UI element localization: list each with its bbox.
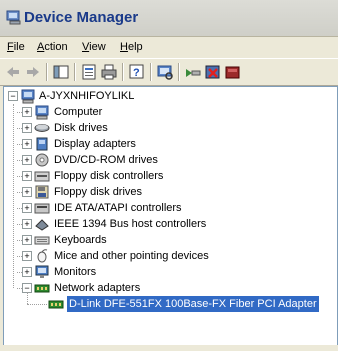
network-adapter-icon [34, 284, 50, 293]
expand-toggle[interactable]: + [22, 123, 32, 133]
back-arrow-icon[interactable] [4, 63, 22, 81]
expand-toggle[interactable]: + [22, 187, 32, 197]
category-label: Network adapters [54, 282, 141, 294]
menu-bar: File Action View Help [0, 37, 338, 57]
category-label: Floppy disk controllers [54, 170, 164, 182]
title-bar[interactable]: Device Manager [0, 0, 338, 37]
tree-item-category[interactable]: + DVD/CD-ROM drives [4, 152, 334, 168]
device-tree[interactable]: − A-JYXNHIFOYLIKL + Computer + Disk drives + Di… [3, 86, 338, 346]
category-label: Monitors [54, 266, 97, 278]
expand-toggle[interactable]: + [22, 235, 32, 245]
device-label: D-Link DFE-551FX 100Base-FX Fiber PCI Ad… [67, 296, 319, 312]
svg-text:?: ? [133, 67, 140, 79]
toolbar-separator [178, 63, 179, 81]
ide-controller-icon [34, 203, 50, 214]
category-label: IDE ATA/ATAPI controllers [54, 202, 182, 214]
expand-toggle[interactable]: + [22, 171, 32, 181]
menu-help[interactable]: Help [120, 41, 143, 53]
tree-item-category[interactable]: + Computer [4, 104, 334, 120]
tree-item-network-device[interactable]: D-Link DFE-551FX 100Base-FX Fiber PCI Ad… [4, 296, 336, 312]
print-icon[interactable] [100, 63, 118, 81]
device-manager-window: Device Manager File Action View Help ? −… [0, 0, 338, 351]
tree-root[interactable]: − A-JYXNHIFOYLIKL [4, 88, 334, 104]
root-computer-name: A-JYXNHIFOYLIKL [39, 90, 135, 102]
toolbar-separator [46, 63, 47, 81]
update-driver-icon[interactable] [184, 63, 202, 81]
display-adapter-icon [36, 137, 48, 151]
category-label: Disk drives [54, 122, 108, 134]
show-hide-tree-icon[interactable] [52, 63, 70, 81]
device-manager-icon [6, 10, 21, 25]
category-label: Floppy disk drives [54, 186, 143, 198]
collapse-toggle[interactable]: − [8, 91, 18, 101]
floppy-drive-icon [35, 185, 49, 199]
tree-item-category[interactable]: + Mice and other pointing devices [4, 248, 334, 264]
disk-drive-icon [34, 124, 50, 132]
category-label: IEEE 1394 Bus host controllers [54, 218, 207, 230]
expand-toggle[interactable]: + [22, 107, 32, 117]
expand-toggle[interactable]: + [22, 267, 32, 277]
computer-icon [21, 89, 35, 104]
toolbar-separator [150, 63, 151, 81]
category-label: Computer [54, 106, 103, 118]
category-label: Display adapters [54, 138, 136, 150]
menu-action[interactable]: Action [37, 41, 68, 53]
tree-item-category[interactable]: + Floppy disk controllers [4, 168, 334, 184]
help-icon[interactable]: ? [128, 63, 146, 81]
tree-item-category[interactable]: + Floppy disk drives [4, 184, 334, 200]
floppy-controller-icon [34, 171, 50, 182]
toolbar-separator [74, 63, 75, 81]
toolbar: ? [0, 58, 338, 86]
category-label: Keyboards [54, 234, 107, 246]
tree-item-category[interactable]: + Keyboards [4, 232, 334, 248]
category-label: Mice and other pointing devices [54, 250, 209, 262]
expand-toggle[interactable]: + [22, 203, 32, 213]
tree-item-category[interactable]: + Display adapters [4, 136, 334, 152]
status-bar [0, 345, 338, 351]
properties-icon[interactable] [80, 63, 98, 81]
monitor-icon [35, 265, 49, 278]
category-label: DVD/CD-ROM drives [54, 154, 158, 166]
cdrom-icon [35, 153, 49, 167]
network-adapter-icon [48, 300, 64, 309]
scan-hardware-icon[interactable] [156, 63, 174, 81]
computer-icon [35, 105, 49, 120]
forward-arrow-icon[interactable] [24, 63, 42, 81]
expand-toggle[interactable]: + [22, 155, 32, 165]
mouse-icon [37, 249, 48, 263]
keyboard-icon [34, 236, 50, 245]
tree-item-category[interactable]: + IDE ATA/ATAPI controllers [4, 200, 334, 216]
tree-item-category[interactable]: − Network adapters [4, 280, 334, 296]
uninstall-icon[interactable] [204, 63, 222, 81]
firewire-icon [35, 219, 49, 231]
expand-toggle[interactable]: + [22, 251, 32, 261]
expand-toggle[interactable]: + [22, 139, 32, 149]
tree-item-category[interactable]: + IEEE 1394 Bus host controllers [4, 216, 334, 232]
toolbar-separator [122, 63, 123, 81]
menu-file[interactable]: File [7, 41, 25, 53]
disable-device-icon[interactable] [224, 63, 242, 81]
menu-view[interactable]: View [82, 41, 106, 53]
window-title: Device Manager [24, 9, 139, 26]
tree-item-category[interactable]: + Monitors [4, 264, 334, 280]
expand-toggle[interactable]: + [22, 219, 32, 229]
tree-item-category[interactable]: + Disk drives [4, 120, 334, 136]
